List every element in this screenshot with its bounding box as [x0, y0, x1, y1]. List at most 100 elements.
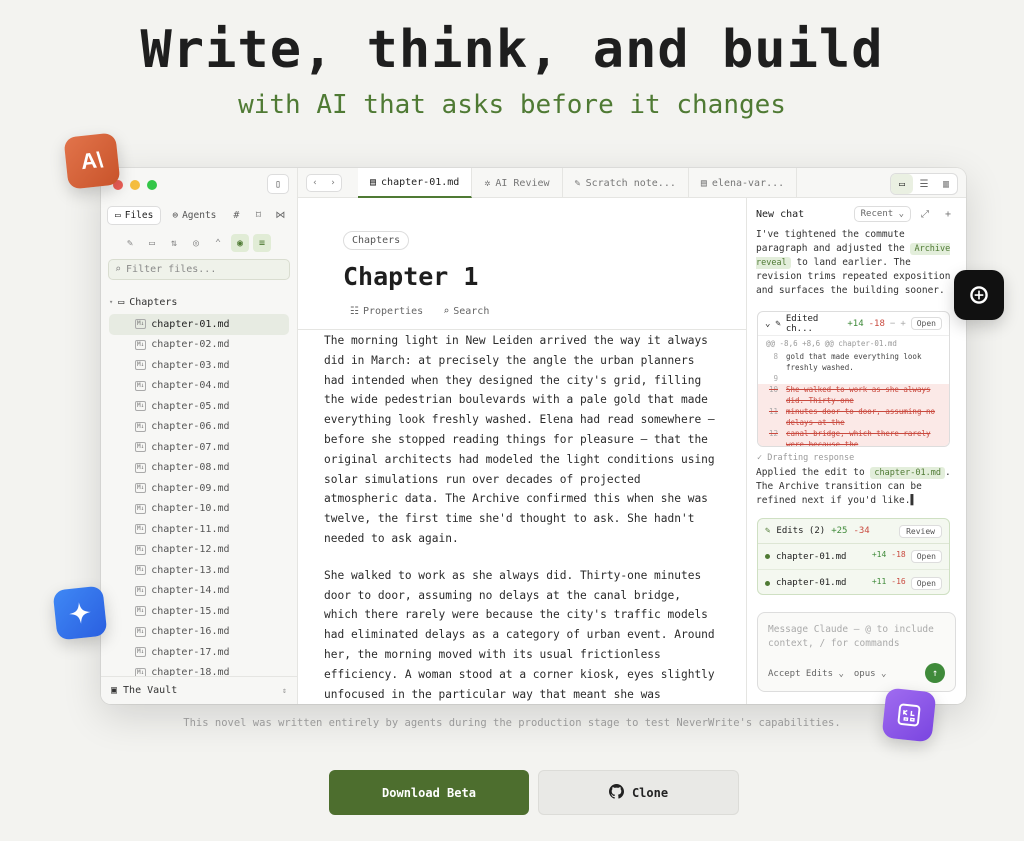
graph-icon[interactable]: ⋈: [271, 207, 289, 225]
folder-chapters[interactable]: ▾ ▭ Chapters: [109, 294, 289, 310]
new-note-icon[interactable]: ✎: [121, 234, 139, 252]
properties-button[interactable]: ☷ Properties: [350, 306, 423, 317]
file-item[interactable]: M↓ chapter-05.md: [109, 396, 289, 417]
chat-icon[interactable]: ▭: [891, 174, 913, 194]
plus-icon[interactable]: +: [900, 319, 905, 329]
maximize-window-button[interactable]: [147, 180, 157, 190]
download-beta-button[interactable]: Download Beta: [329, 770, 529, 815]
robot-icon: ⊜: [172, 210, 179, 221]
search-button[interactable]: ⌕ Search: [443, 306, 489, 317]
file-item[interactable]: M↓ chapter-16.md: [109, 622, 289, 643]
composer-controls: Accept Edits ⌄ opus ⌄: [768, 669, 886, 679]
chat-composer[interactable]: Message Claude — @ to include context, /…: [757, 612, 956, 692]
anthropic-icon: A\: [63, 132, 121, 190]
outline-icon[interactable]: ☰: [913, 174, 935, 194]
document-body[interactable]: The morning light in New Leiden arrived …: [324, 331, 719, 704]
breadcrumb[interactable]: Chapters: [343, 231, 410, 250]
minimize-window-button[interactable]: [130, 180, 140, 190]
file-item[interactable]: M↓ chapter-09.md: [109, 478, 289, 499]
tab-agents[interactable]: ⊜ Agents: [165, 207, 223, 224]
diff-line: 8 gold that made everything look: [773, 352, 922, 361]
new-folder-icon[interactable]: ▭: [143, 234, 161, 252]
file-item[interactable]: M↓ chapter-14.md: [109, 581, 289, 602]
assistant-message: I've tightened the commute paragraph and…: [756, 229, 951, 296]
diff-line-removed: 10 She walked to work as she always did. …: [758, 384, 949, 406]
bookmark-icon[interactable]: ⌑: [249, 207, 267, 225]
open-button[interactable]: Open: [910, 317, 942, 330]
collapse-icon[interactable]: ⌃: [209, 234, 227, 252]
tab-scratch-note[interactable]: ✎ Scratch note...: [563, 168, 689, 198]
target-icon[interactable]: ◎: [187, 234, 205, 252]
sidebar-toggle-icon[interactable]: ▯: [267, 174, 289, 194]
file-item[interactable]: M↓ chapter-15.md: [109, 601, 289, 622]
file-pill[interactable]: chapter-01.md: [870, 467, 945, 479]
markdown-icon: M↓: [135, 380, 147, 391]
open-button[interactable]: Open: [910, 576, 942, 590]
file-item[interactable]: M↓ chapter-04.md: [109, 376, 289, 397]
review-button[interactable]: Review: [899, 524, 942, 538]
edit-row[interactable]: chapter-01.md +14 -18 Open: [758, 544, 949, 570]
file-item[interactable]: M↓ chapter-01.md: [109, 314, 289, 335]
file-item[interactable]: M↓ chapter-07.md: [109, 437, 289, 458]
file-item[interactable]: M↓ chapter-02.md: [109, 335, 289, 356]
file-item[interactable]: M↓ chapter-11.md: [109, 519, 289, 540]
hashtag-icon[interactable]: #: [227, 207, 245, 225]
markdown-icon: M↓: [135, 483, 147, 494]
pencil-icon: ✎: [765, 526, 771, 536]
doc-meta: ☷ Properties ⌕ Search: [350, 306, 489, 317]
paragraph: The morning light in New Leiden arrived …: [324, 334, 715, 545]
eye-icon[interactable]: ◉: [231, 234, 249, 252]
diff-line-removed: 11 minutes door to door, assuming no dela…: [758, 406, 949, 428]
composer-placeholder: Message Claude — @ to include context, /…: [768, 624, 934, 649]
tab-elena[interactable]: ▤ elena-var...: [689, 168, 798, 198]
markdown-icon: M↓: [135, 606, 147, 617]
tab-chapter-01[interactable]: ▤ chapter-01.md: [358, 168, 473, 198]
open-button[interactable]: Open: [910, 550, 942, 563]
sidebar-tabs: ▭ Files ⊜ Agents # ⌑ ⋈: [107, 206, 291, 225]
arrow-up-icon: ↑: [931, 667, 939, 679]
model-dropdown[interactable]: opus ⌄: [854, 669, 887, 679]
forward-button[interactable]: ›: [325, 175, 341, 191]
file-item[interactable]: M↓ chapter-03.md: [109, 355, 289, 376]
send-button[interactable]: ↑: [925, 663, 945, 683]
right-sidebar-icon[interactable]: ▥: [935, 174, 957, 194]
edit-row[interactable]: chapter-01.md +11 -16 Open: [758, 570, 949, 594]
sort-icon[interactable]: ⇅: [165, 234, 183, 252]
file-item[interactable]: M↓ chapter-08.md: [109, 458, 289, 479]
assistant-message: Applied the edit to chapter-01.md. The A…: [756, 467, 951, 506]
file-item[interactable]: M↓ chapter-10.md: [109, 499, 289, 520]
vault-switcher[interactable]: ▣ The Vault ⇕: [101, 676, 297, 704]
list-icon: ☷: [350, 306, 359, 317]
pencil-icon: ✎: [775, 318, 781, 329]
editor[interactable]: Chapters Chapter 1 ☷ Properties ⌕ Search T…: [298, 198, 746, 704]
tab-files[interactable]: ▭ Files: [107, 206, 162, 225]
file-item[interactable]: M↓ chapter-13.md: [109, 560, 289, 581]
recent-dropdown[interactable]: Recent ⌄: [853, 206, 911, 222]
file-item[interactable]: M↓ chapter-12.md: [109, 540, 289, 561]
markdown-icon: M↓: [135, 647, 147, 658]
document-icon: ▤: [700, 177, 707, 189]
pencil-icon: ✎: [574, 177, 581, 189]
back-button[interactable]: ‹: [307, 175, 323, 191]
markdown-icon: M↓: [135, 421, 147, 432]
filter-icon[interactable]: ≡: [253, 234, 271, 252]
accept-edits-dropdown[interactable]: Accept Edits ⌄: [768, 669, 844, 679]
tab-ai-review[interactable]: ✲ AI Review: [472, 168, 563, 198]
kilo-icon: [881, 687, 937, 743]
clone-button[interactable]: Clone: [538, 770, 739, 815]
file-item[interactable]: M↓ chapter-06.md: [109, 417, 289, 438]
expand-icon[interactable]: ⤢: [916, 209, 934, 220]
plus-icon[interactable]: +: [939, 209, 957, 220]
diff-header[interactable]: ⌄ ✎ Edited ch... +14 -18 − + Open: [758, 312, 949, 336]
minus-icon[interactable]: −: [890, 319, 895, 329]
diff-line-removed: 12 canal bridge, which there rarely were …: [758, 428, 949, 446]
search-icon: ⌕: [443, 306, 450, 317]
markdown-icon: M↓: [135, 442, 147, 453]
paragraph: She walked to work as she always did. Th…: [324, 568, 715, 701]
sparkle-icon: ✲: [484, 177, 491, 189]
markdown-icon: M↓: [135, 339, 147, 350]
diff-card: ⌄ ✎ Edited ch... +14 -18 − + Open @@ -8,…: [757, 311, 950, 447]
history-nav: ‹ ›: [306, 174, 342, 192]
filter-files-input[interactable]: ⌕ Filter files...: [108, 259, 290, 280]
file-item[interactable]: M↓ chapter-17.md: [109, 642, 289, 663]
